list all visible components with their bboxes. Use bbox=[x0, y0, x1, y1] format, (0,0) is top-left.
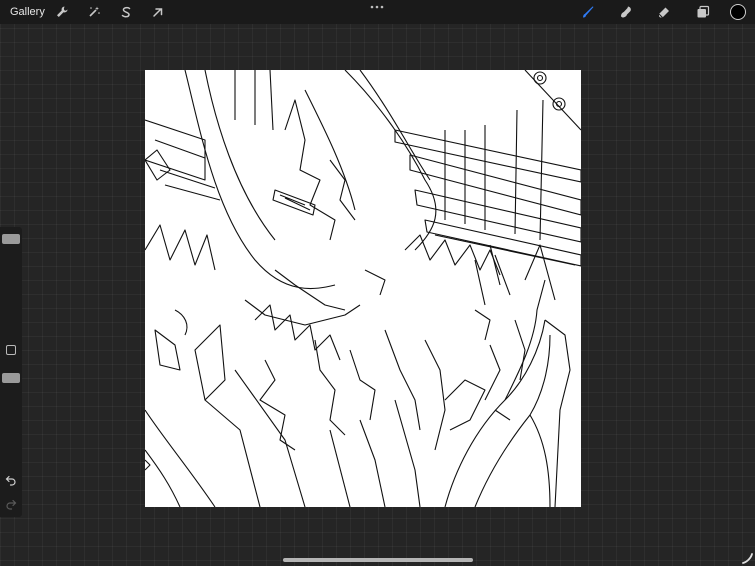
drawing-canvas[interactable] bbox=[145, 70, 581, 507]
current-color-swatch[interactable] bbox=[730, 4, 746, 20]
opacity-thumb[interactable] bbox=[2, 373, 20, 383]
left-sidebar bbox=[0, 227, 22, 517]
procreate-app: Gallery bbox=[0, 0, 755, 566]
top-toolbar: Gallery bbox=[0, 0, 755, 24]
home-indicator[interactable] bbox=[283, 558, 473, 562]
layers-icon[interactable] bbox=[694, 3, 712, 21]
redo-icon[interactable] bbox=[4, 497, 18, 511]
transform-arrow-icon[interactable] bbox=[149, 3, 167, 21]
brush-size-slider[interactable] bbox=[2, 231, 20, 327]
undo-icon[interactable] bbox=[4, 473, 18, 487]
opacity-slider[interactable] bbox=[2, 370, 20, 466]
brush-icon[interactable] bbox=[579, 3, 597, 21]
smudge-icon[interactable] bbox=[617, 3, 635, 21]
selection-s-icon[interactable] bbox=[117, 3, 135, 21]
eraser-icon[interactable] bbox=[655, 3, 673, 21]
modify-button[interactable] bbox=[6, 345, 16, 355]
more-options-icon[interactable] bbox=[367, 2, 387, 12]
line-art-drawing bbox=[145, 70, 581, 507]
corner-handle-icon[interactable] bbox=[741, 551, 753, 564]
gallery-button[interactable]: Gallery bbox=[10, 5, 45, 19]
brush-size-thumb[interactable] bbox=[2, 234, 20, 244]
adjustments-magic-wand-icon[interactable] bbox=[85, 3, 103, 21]
actions-wrench-icon[interactable] bbox=[53, 3, 71, 21]
